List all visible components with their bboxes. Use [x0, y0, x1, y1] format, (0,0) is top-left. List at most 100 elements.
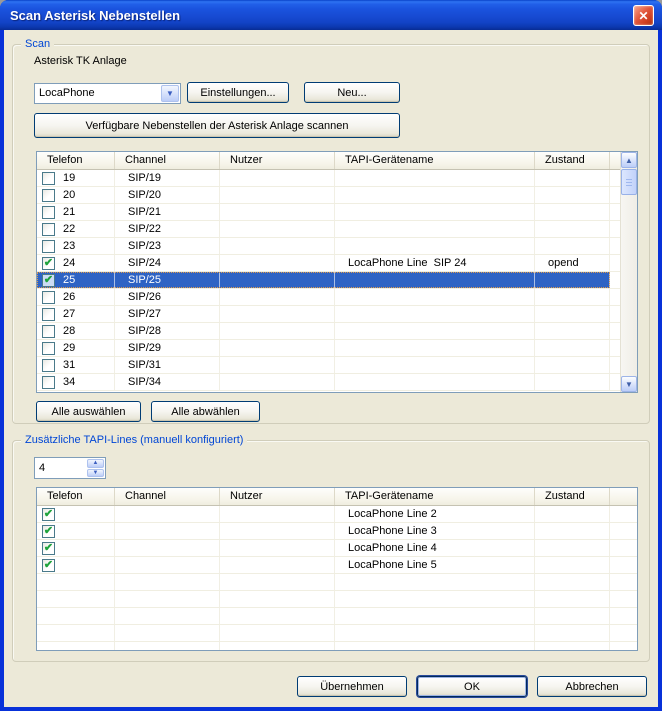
cell-telefon: 21: [37, 204, 115, 220]
cell-nutzer: [220, 221, 335, 237]
telefon-number: 22: [63, 221, 75, 237]
column-header-tapi-ger-tename[interactable]: TAPI-Gerätename: [335, 488, 535, 505]
scroll-up-button[interactable]: ▲: [621, 152, 637, 168]
table-row[interactable]: ✔24SIP/24LocaPhone Line SIP 24opend: [37, 255, 620, 272]
row-checkbox-unchecked[interactable]: [42, 376, 55, 389]
scroll-down-icon: ▼: [625, 380, 633, 389]
column-header-nutzer[interactable]: Nutzer: [220, 152, 335, 169]
row-checkbox-unchecked[interactable]: [42, 308, 55, 321]
column-header-zustand[interactable]: Zustand: [535, 488, 610, 505]
cell-fill: [610, 523, 637, 539]
table-row[interactable]: ✔LocaPhone Line 4: [37, 540, 637, 557]
row-checkbox-unchecked[interactable]: [42, 240, 55, 253]
dialog-client-area: Scan Asterisk TK Anlage LocaPhone ▼ Eins…: [4, 30, 658, 707]
column-header-nutzer[interactable]: Nutzer: [220, 488, 335, 505]
telefon-number: 23: [63, 238, 75, 254]
scroll-up-icon: ▲: [625, 156, 633, 165]
cell-zustand: [535, 187, 610, 203]
row-checkbox-checked[interactable]: ✔: [42, 559, 55, 572]
settings-button[interactable]: Einstellungen...: [187, 82, 289, 103]
table-row[interactable]: 34SIP/34: [37, 374, 620, 391]
table-row[interactable]: 27SIP/27: [37, 306, 620, 323]
apply-button[interactable]: Übernehmen: [297, 676, 407, 697]
scrollbar-thumb[interactable]: [621, 169, 637, 195]
cell-nutzer: [220, 540, 335, 556]
row-checkbox-checked[interactable]: ✔: [42, 257, 55, 270]
table-row[interactable]: ✔25SIP/25: [37, 272, 620, 289]
table-row[interactable]: 26SIP/26: [37, 289, 620, 306]
table-row[interactable]: 22SIP/22: [37, 221, 620, 238]
vertical-scrollbar[interactable]: ▲ ▼: [620, 152, 637, 392]
cell-empty: [535, 608, 610, 624]
table-row[interactable]: 28SIP/28: [37, 323, 620, 340]
cell-nutzer: [220, 323, 335, 339]
table-row[interactable]: 31SIP/31: [37, 357, 620, 374]
stepper-down-button[interactable]: ▼: [87, 469, 104, 478]
table-row[interactable]: 23SIP/23: [37, 238, 620, 255]
new-button[interactable]: Neu...: [304, 82, 400, 103]
cell-telefon: 27: [37, 306, 115, 322]
cell-nutzer: [220, 340, 335, 356]
row-checkbox-unchecked[interactable]: [42, 189, 55, 202]
scroll-down-button[interactable]: ▼: [621, 376, 637, 392]
row-checkbox-checked[interactable]: ✔: [42, 525, 55, 538]
combo-dropdown-button[interactable]: ▼: [161, 85, 179, 102]
table-row[interactable]: ✔LocaPhone Line 3: [37, 523, 637, 540]
cell-channel: SIP/19: [115, 170, 220, 186]
row-checkbox-unchecked[interactable]: [42, 359, 55, 372]
row-checkbox-unchecked[interactable]: [42, 291, 55, 304]
column-header-tapi-ger-tename[interactable]: TAPI-Gerätename: [335, 152, 535, 169]
cell-tapi-geraetename: [335, 170, 535, 186]
title-bar[interactable]: Scan Asterisk Nebenstellen ✕: [0, 0, 662, 30]
cell-tapi-geraetename: [335, 187, 535, 203]
cell-channel: SIP/26: [115, 289, 220, 305]
table-row[interactable]: 19SIP/19: [37, 170, 620, 187]
column-header-zustand[interactable]: Zustand: [535, 152, 610, 169]
cell-empty: [610, 642, 637, 650]
cell-empty: [335, 625, 535, 641]
table-row[interactable]: ✔LocaPhone Line 5: [37, 557, 637, 574]
stepper-up-button[interactable]: ▲: [87, 459, 104, 468]
row-checkbox-checked[interactable]: ✔: [42, 508, 55, 521]
close-button[interactable]: ✕: [633, 5, 654, 26]
row-checkbox-unchecked[interactable]: [42, 342, 55, 355]
cell-empty: [610, 591, 637, 607]
ok-button[interactable]: OK: [417, 676, 527, 697]
cell-empty: [220, 625, 335, 641]
column-header-channel[interactable]: Channel: [115, 488, 220, 505]
column-header-telefon[interactable]: Telefon: [37, 488, 115, 505]
scan-extensions-button[interactable]: Verfügbare Nebenstellen der Asterisk Anl…: [34, 113, 400, 138]
row-checkbox-checked[interactable]: ✔: [42, 542, 55, 555]
cell-tapi-geraetename: [335, 272, 535, 288]
cell-zustand: [535, 557, 610, 573]
table-row[interactable]: 29SIP/29: [37, 340, 620, 357]
table-row[interactable]: 20SIP/20: [37, 187, 620, 204]
row-checkbox-unchecked[interactable]: [42, 172, 55, 185]
cell-tapi-geraetename: [335, 221, 535, 237]
column-header-channel[interactable]: Channel: [115, 152, 220, 169]
cell-channel: SIP/21: [115, 204, 220, 220]
row-checkbox-unchecked[interactable]: [42, 206, 55, 219]
table-row[interactable]: ✔LocaPhone Line 2: [37, 506, 637, 523]
cell-channel: SIP/34: [115, 374, 220, 390]
table-row[interactable]: 21SIP/21: [37, 204, 620, 221]
cell-channel: SIP/31: [115, 357, 220, 373]
column-header-fill: [610, 488, 637, 505]
select-all-button[interactable]: Alle auswählen: [36, 401, 141, 422]
row-checkbox-checked[interactable]: ✔: [42, 274, 55, 287]
cell-fill: [610, 557, 637, 573]
cell-empty: [335, 642, 535, 650]
cancel-button[interactable]: Abbrechen: [537, 676, 647, 697]
row-checkbox-unchecked[interactable]: [42, 325, 55, 338]
deselect-all-button[interactable]: Alle abwählen: [151, 401, 260, 422]
pbx-select[interactable]: LocaPhone ▼: [34, 83, 181, 104]
tapi-line-count-stepper[interactable]: 4 ▲ ▼: [34, 457, 106, 479]
row-checkbox-unchecked[interactable]: [42, 223, 55, 236]
column-header-telefon[interactable]: Telefon: [37, 152, 115, 169]
cell-zustand: [535, 204, 610, 220]
cell-channel: SIP/27: [115, 306, 220, 322]
cell-fill: [610, 221, 620, 237]
cell-tapi-geraetename: [335, 323, 535, 339]
window-title: Scan Asterisk Nebenstellen: [0, 8, 180, 23]
cell-fill: [610, 170, 620, 186]
